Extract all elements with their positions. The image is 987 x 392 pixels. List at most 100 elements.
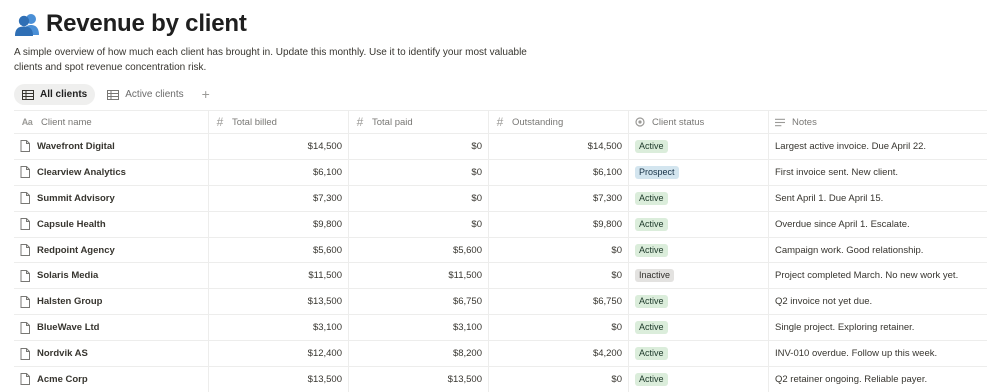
total-billed-cell[interactable]: $6,100 <box>209 159 349 185</box>
notes-cell[interactable]: INV-010 overdue. Follow up this week. <box>769 341 987 366</box>
client-status-cell[interactable]: Active <box>629 185 769 211</box>
total-billed-cell[interactable]: $7,300 <box>209 185 349 211</box>
column-header-total-billed[interactable]: # Total billed <box>209 111 349 133</box>
client-name-cell[interactable]: Redpoint Agency <box>14 237 209 263</box>
total-billed: $13,500 <box>307 296 342 308</box>
outstanding-cell[interactable]: $0 <box>489 367 629 392</box>
notes-cell[interactable]: Largest active invoice. Due April 22. <box>769 134 987 159</box>
notes: Project completed March. No new work yet… <box>775 270 959 282</box>
outstanding-cell[interactable]: $0 <box>489 315 629 341</box>
total-paid-cell[interactable]: $0 <box>349 185 489 211</box>
total-paid-cell[interactable]: $13,500 <box>349 367 489 392</box>
table-row[interactable]: Solaris Media $11,500 $11,500 $0 Inactive Pro… <box>14 263 987 290</box>
total-billed-cell[interactable]: $9,800 <box>209 211 349 237</box>
page-title[interactable]: Revenue by client <box>46 10 247 38</box>
outstanding: $6,750 <box>592 296 622 308</box>
total-billed-cell[interactable]: $13,500 <box>209 367 349 392</box>
client-name-cell[interactable]: BlueWave Ltd <box>14 315 209 341</box>
total-billed-cell[interactable]: $12,400 <box>209 341 349 367</box>
total-paid: $0 <box>471 166 482 178</box>
table-row[interactable]: Acme Corp $13,500 $13,500 $0 Active Q2 retain… <box>14 367 987 392</box>
total-paid-cell[interactable]: $11,500 <box>349 263 489 289</box>
notes-cell[interactable]: Campaign work. Good relationship. <box>769 238 987 263</box>
client-name-cell[interactable]: Acme Corp <box>14 367 209 392</box>
outstanding: $0 <box>611 244 622 256</box>
status-badge: Inactive <box>635 269 675 283</box>
outstanding-cell[interactable]: $0 <box>489 237 629 263</box>
number-property-icon: # <box>496 115 504 129</box>
notes-cell[interactable]: Overdue since April 1. Escalate. <box>769 212 987 237</box>
outstanding-cell[interactable]: $14,500 <box>489 134 629 159</box>
status-badge: Active <box>635 217 668 231</box>
total-billed-cell[interactable]: $11,500 <box>209 263 349 289</box>
client-name-cell[interactable]: Capsule Health <box>14 211 209 237</box>
notes-cell[interactable]: Q2 retainer ongoing. Reliable payer. <box>769 367 987 392</box>
client-status-cell[interactable]: Inactive <box>629 263 769 289</box>
client-name-cell[interactable]: Summit Advisory <box>14 185 209 211</box>
notes-cell[interactable]: Project completed March. No new work yet… <box>769 263 987 288</box>
add-view-button[interactable]: + <box>196 84 216 105</box>
column-header-total-paid[interactable]: # Total paid <box>349 111 489 133</box>
total-billed-cell[interactable]: $14,500 <box>209 134 349 159</box>
page-description[interactable]: A simple overview of how much each clien… <box>14 45 544 75</box>
client-name-cell[interactable]: Nordvik AS <box>14 341 209 367</box>
total-billed-cell[interactable]: $13,500 <box>209 289 349 315</box>
client-name-cell[interactable]: Clearview Analytics <box>14 159 209 185</box>
outstanding-cell[interactable]: $6,100 <box>489 159 629 185</box>
client-status-cell[interactable]: Active <box>629 341 769 367</box>
column-header-client-status[interactable]: Client status <box>629 111 769 133</box>
notes-cell[interactable]: Q2 invoice not yet due. <box>769 289 987 314</box>
client-status-cell[interactable]: Active <box>629 134 769 159</box>
table-row[interactable]: Summit Advisory $7,300 $0 $7,300 Active Sent … <box>14 185 987 212</box>
client-status-cell[interactable]: Active <box>629 367 769 392</box>
page-icon <box>20 347 30 360</box>
notes-cell[interactable]: Sent April 1. Due April 15. <box>769 186 987 211</box>
table-row[interactable]: Halsten Group $13,500 $6,750 $6,750 Active Q2… <box>14 289 987 316</box>
table-row[interactable]: BlueWave Ltd $3,100 $3,100 $0 Active Single p… <box>14 315 987 342</box>
status-badge: Active <box>635 295 668 309</box>
table-row[interactable]: Wavefront Digital $14,500 $0 $14,500 Active L… <box>14 134 987 160</box>
total-paid-cell[interactable]: $0 <box>349 211 489 237</box>
table-row[interactable]: Capsule Health $9,800 $0 $9,800 Active Overdu… <box>14 211 987 238</box>
tab-active-clients[interactable]: Active clients <box>99 84 191 105</box>
client-status-cell[interactable]: Active <box>629 289 769 315</box>
client-status-cell[interactable]: Active <box>629 237 769 263</box>
total-billed: $5,600 <box>312 244 342 256</box>
notes-cell[interactable]: Single project. Exploring retainer. <box>769 315 987 340</box>
tab-all-clients[interactable]: All clients <box>14 84 96 105</box>
total-paid-cell[interactable]: $3,100 <box>349 315 489 341</box>
client-status-cell[interactable]: Active <box>629 315 769 341</box>
total-billed-cell[interactable]: $3,100 <box>209 315 349 341</box>
outstanding: $7,300 <box>592 192 622 204</box>
outstanding-cell[interactable]: $6,750 <box>489 289 629 315</box>
client-name: Summit Advisory <box>37 192 115 204</box>
outstanding-cell[interactable]: $0 <box>489 263 629 289</box>
client-status-cell[interactable]: Prospect <box>629 159 769 185</box>
outstanding-cell[interactable]: $9,800 <box>489 211 629 237</box>
total-paid-cell[interactable]: $0 <box>349 134 489 159</box>
people-icon[interactable] <box>14 11 40 37</box>
total-billed-cell[interactable]: $5,600 <box>209 237 349 263</box>
table-row[interactable]: Clearview Analytics $6,100 $0 $6,100 Prospec… <box>14 159 987 186</box>
column-header-notes[interactable]: Notes <box>769 111 987 133</box>
column-header-outstanding[interactable]: # Outstanding <box>489 111 629 133</box>
client-name-cell[interactable]: Wavefront Digital <box>14 134 209 159</box>
client-status-cell[interactable]: Active <box>629 211 769 237</box>
column-header-client-name[interactable]: Aa Client name <box>14 111 209 133</box>
total-paid-cell[interactable]: $5,600 <box>349 237 489 263</box>
outstanding-cell[interactable]: $7,300 <box>489 185 629 211</box>
table-body: Wavefront Digital $14,500 $0 $14,500 Active L… <box>14 134 987 392</box>
total-paid-cell[interactable]: $6,750 <box>349 289 489 315</box>
notes-cell[interactable]: First invoice sent. New client. <box>769 160 987 185</box>
table-row[interactable]: Redpoint Agency $5,600 $5,600 $0 Active Campa… <box>14 237 987 264</box>
page-icon <box>20 244 30 256</box>
total-paid: $3,100 <box>452 322 482 334</box>
total-billed: $3,100 <box>312 322 342 334</box>
clients-table: Aa Client name # Total billed # Total pa… <box>14 110 987 392</box>
total-paid-cell[interactable]: $0 <box>349 159 489 185</box>
outstanding-cell[interactable]: $4,200 <box>489 341 629 367</box>
client-name-cell[interactable]: Solaris Media <box>14 263 209 289</box>
table-row[interactable]: Nordvik AS $12,400 $8,200 $4,200 Active INV-0… <box>14 341 987 368</box>
total-paid-cell[interactable]: $8,200 <box>349 341 489 367</box>
client-name-cell[interactable]: Halsten Group <box>14 289 209 315</box>
